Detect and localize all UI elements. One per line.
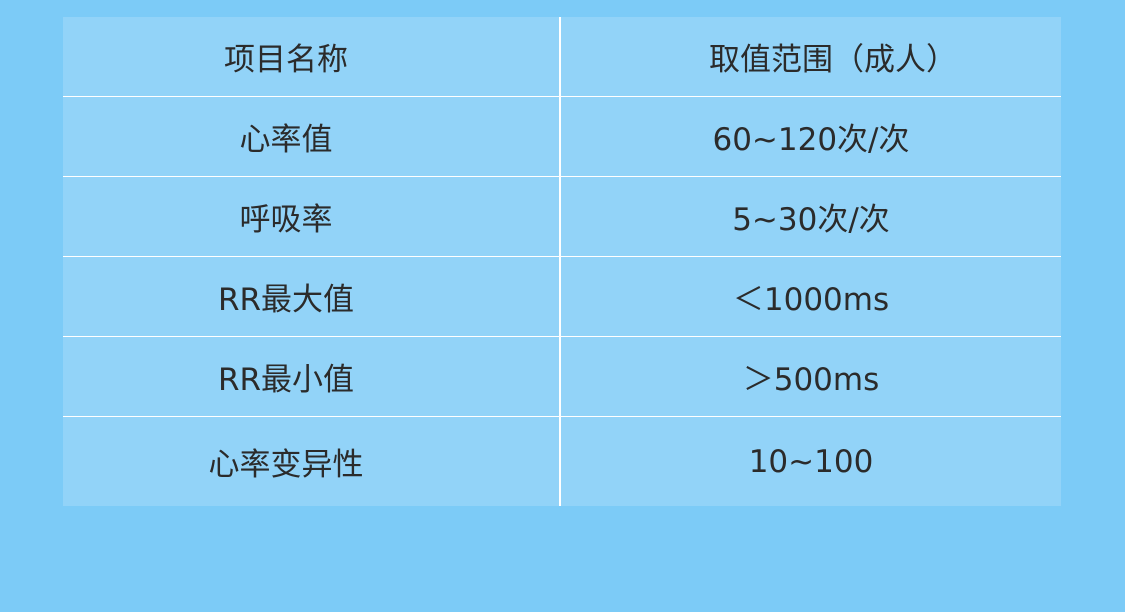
cell-item-name: 心率变异性 [63, 417, 561, 506]
cell-value-range: 5~30次/次 [732, 202, 890, 238]
cell-item-name: RR最小值 [63, 337, 561, 416]
cell-value-range: ＜1000ms [732, 282, 890, 318]
header-item-name: 项目名称 [63, 17, 561, 96]
table-row: 心率变异性 10~100 [63, 417, 1061, 506]
cell-value-range: ＞500ms [742, 362, 880, 398]
table-row: RR最大值 ＜1000ms [63, 257, 1061, 337]
cell-item-name: 心率值 [63, 97, 561, 176]
cell-value-range: 60~120次/次 [712, 122, 910, 158]
cell-value-range: 10~100 [748, 443, 874, 480]
cell-item-name: RR最大值 [63, 257, 561, 336]
data-table: 项目名称 取值范围（成人） 心率值 60~120次/次 呼吸率 5~30次/次 … [63, 17, 1061, 506]
table-row: RR最小值 ＞500ms [63, 337, 1061, 417]
table-header-row: 项目名称 取值范围（成人） [63, 17, 1061, 97]
cell-item-name: 呼吸率 [63, 177, 561, 256]
header-value-range: 取值范围（成人） [709, 42, 957, 78]
table-row: 心率值 60~120次/次 [63, 97, 1061, 177]
table-row: 呼吸率 5~30次/次 [63, 177, 1061, 257]
